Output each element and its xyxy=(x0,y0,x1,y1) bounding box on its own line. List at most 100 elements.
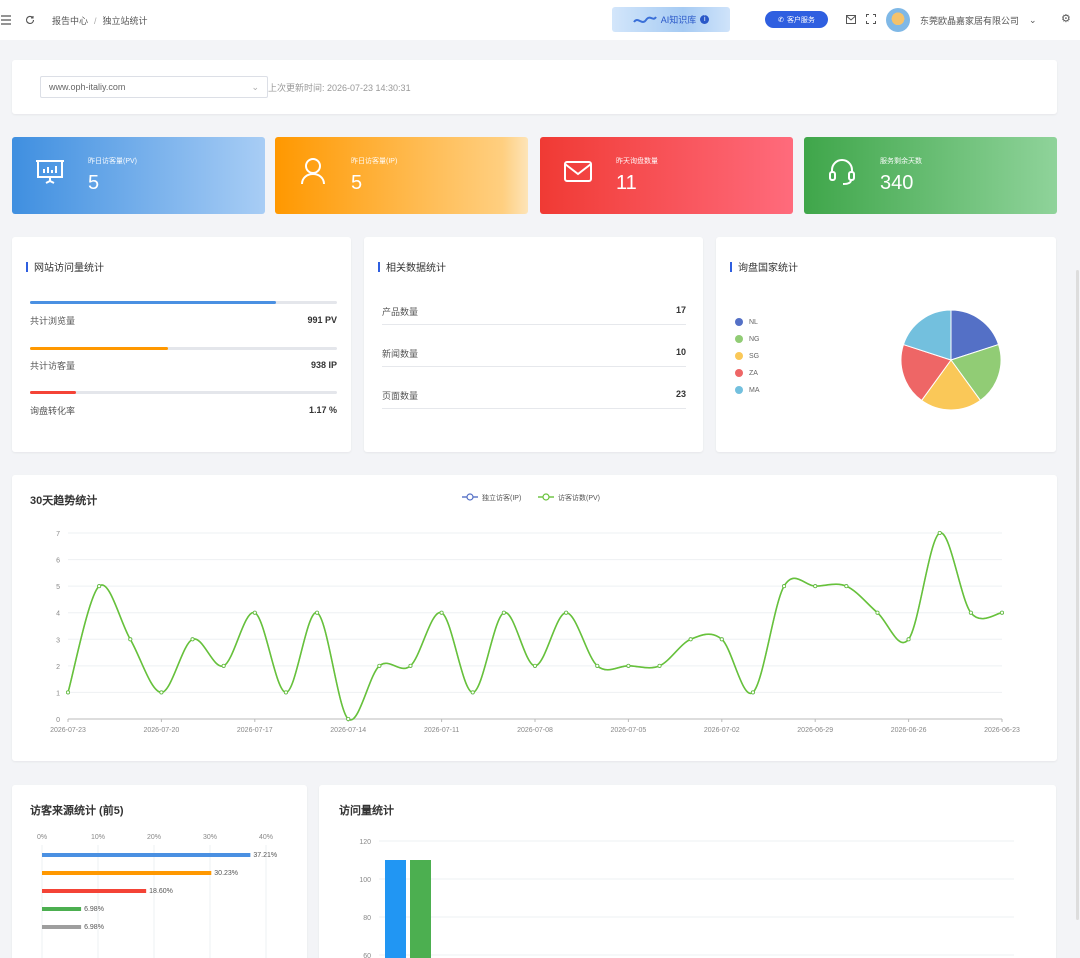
customer-service-button[interactable]: ✆ 客户服务 xyxy=(765,11,828,28)
product-count-value: 17 xyxy=(675,305,686,315)
legend-item-ng[interactable]: NG xyxy=(735,335,760,343)
stat-label: 昨天询盘数量 xyxy=(616,158,658,165)
source-bar xyxy=(42,925,82,929)
series-point xyxy=(501,610,506,615)
settings-icon[interactable]: ⚙ xyxy=(1061,12,1071,25)
x-tick-label: 0% xyxy=(37,834,47,841)
legend-label: 访客访数(PV) xyxy=(558,493,600,502)
series-point xyxy=(750,690,755,695)
y-tick-label: 2 xyxy=(56,664,60,671)
legend-item-sg[interactable]: SG xyxy=(735,352,759,360)
product-count-row: 产品数量 17 xyxy=(382,305,686,325)
series-point xyxy=(159,690,164,695)
site-selector-card: www.oph-italiy.com ⌄ 上次更新时间: 2026-07-23 … xyxy=(12,60,1057,114)
series-point xyxy=(408,663,413,668)
visit-volume-card: 访问量统计 406080100120 xyxy=(319,785,1056,958)
ai-banner-label: AI知识库 xyxy=(660,15,697,25)
x-tick-label: 2026-07-14 xyxy=(330,727,366,734)
top-right-tools: 东莞欧晶嘉家居有限公司 ⌄ xyxy=(846,8,1037,32)
legend-dot xyxy=(735,335,743,343)
stat-label: 昨日访客量(PV) xyxy=(88,158,137,165)
stat-card-service-days: 服务剩余天数 340 xyxy=(804,137,1057,214)
legend-marker xyxy=(542,493,550,501)
news-count-row: 新闻数量 10 xyxy=(382,347,686,367)
x-tick-label: 2026-07-08 xyxy=(517,727,553,734)
refresh-icon[interactable] xyxy=(24,14,36,26)
ip-value: 938 IP xyxy=(310,360,337,370)
legend-dot xyxy=(735,369,743,377)
conversion-progress-fill xyxy=(30,391,77,394)
user-avatar[interactable] xyxy=(886,8,910,32)
series-line-1 xyxy=(67,532,1003,721)
pv-value: 991 PV xyxy=(307,315,337,325)
ip-progress-fill xyxy=(30,347,169,350)
legend-item-ma[interactable]: MA xyxy=(735,386,760,394)
breadcrumb-current: 独立站统计 xyxy=(102,16,148,26)
traffic-card: 网站访问量统计 共计浏览量 991 PV 共计访客量 938 IP 询盘转化率 … xyxy=(12,237,351,452)
legend-item-za[interactable]: ZA xyxy=(735,369,758,377)
x-tick-label: 2026-07-20 xyxy=(143,727,179,734)
y-tick-label: 60 xyxy=(363,953,371,958)
series-point xyxy=(97,584,102,589)
series-point xyxy=(626,663,631,668)
trend-line-chart: 0 1 2 3 4 5 6 7 2026-07-23 2026-07-20 2026-07-17 20… xyxy=(50,493,1020,734)
series-point xyxy=(564,610,569,615)
news-count-value: 10 xyxy=(675,347,686,357)
stat-label: 昨日访客量(IP) xyxy=(351,158,398,165)
series-point xyxy=(906,637,911,642)
x-tick-label: 2026-07-17 xyxy=(237,727,273,734)
country-pie-chart xyxy=(900,309,1002,411)
page-count-label: 页面数量 xyxy=(382,391,419,401)
mail-icon[interactable] xyxy=(846,14,856,26)
visitor-source-card: 访客来源统计 (前5) 0% 10% 20% 30% 40% 37.21% 30.23% 18… xyxy=(12,785,307,958)
chevron-down-icon[interactable]: ⌄ xyxy=(1029,15,1037,26)
y-tick-label: 5 xyxy=(56,584,60,591)
y-tick-label: 80 xyxy=(363,915,371,922)
country-title: 询盘国家统计 xyxy=(730,259,798,274)
source-bar xyxy=(42,907,82,911)
series-point xyxy=(252,610,257,615)
series-point xyxy=(875,610,880,615)
legend-dot xyxy=(735,386,743,394)
breadcrumb-separator: / xyxy=(94,15,97,26)
ip-progress xyxy=(30,347,337,350)
page-scrollbar[interactable] xyxy=(1076,270,1079,920)
ai-knowledge-banner[interactable]: AI知识库 i xyxy=(612,7,730,32)
series-point xyxy=(470,690,475,695)
series-point xyxy=(968,610,973,615)
source-bar-label: 18.60% xyxy=(149,888,173,895)
visit-bar xyxy=(410,860,431,958)
stat-value: 340 xyxy=(880,172,914,194)
menu-fold-icon[interactable] xyxy=(0,14,12,26)
x-tick-label: 2026-07-05 xyxy=(610,727,646,734)
series-point xyxy=(657,663,662,668)
legend-label: NG xyxy=(749,335,760,343)
fullscreen-icon[interactable] xyxy=(866,14,876,26)
series-point xyxy=(190,637,195,642)
series-point xyxy=(782,584,787,589)
site-select-value: www.oph-italiy.com xyxy=(49,82,126,92)
breadcrumb: 报告中心 / 独立站统计 xyxy=(52,14,148,27)
legend-label: NL xyxy=(749,318,758,326)
x-tick-label: 2026-07-02 xyxy=(704,727,740,734)
legend-dot xyxy=(735,318,743,326)
pv-progress xyxy=(30,301,337,304)
conversion-label: 询盘转化率 xyxy=(30,406,76,416)
site-select[interactable]: www.oph-italiy.com ⌄ xyxy=(40,76,268,98)
related-data-card: 相关数据统计 产品数量 17 新闻数量 10 页面数量 23 xyxy=(364,237,703,452)
legend-item-nl[interactable]: NL xyxy=(735,318,758,326)
source-bar-label: 6.98% xyxy=(84,906,104,913)
source-bar xyxy=(42,853,251,857)
series-point xyxy=(688,637,693,642)
series-point xyxy=(844,584,849,589)
x-tick-label: 2026-07-23 xyxy=(50,727,86,734)
series-point xyxy=(533,663,538,668)
breadcrumb-home[interactable]: 报告中心 xyxy=(52,14,88,27)
company-name[interactable]: 东莞欧晶嘉家居有限公司 xyxy=(920,14,1019,27)
series-point xyxy=(595,663,600,668)
series-point xyxy=(377,663,382,668)
x-tick-label: 10% xyxy=(91,834,105,841)
y-tick-label: 1 xyxy=(56,690,60,697)
stat-card-ip: 昨日访客量(IP) 5 xyxy=(275,137,528,214)
headset-icon xyxy=(829,159,855,185)
